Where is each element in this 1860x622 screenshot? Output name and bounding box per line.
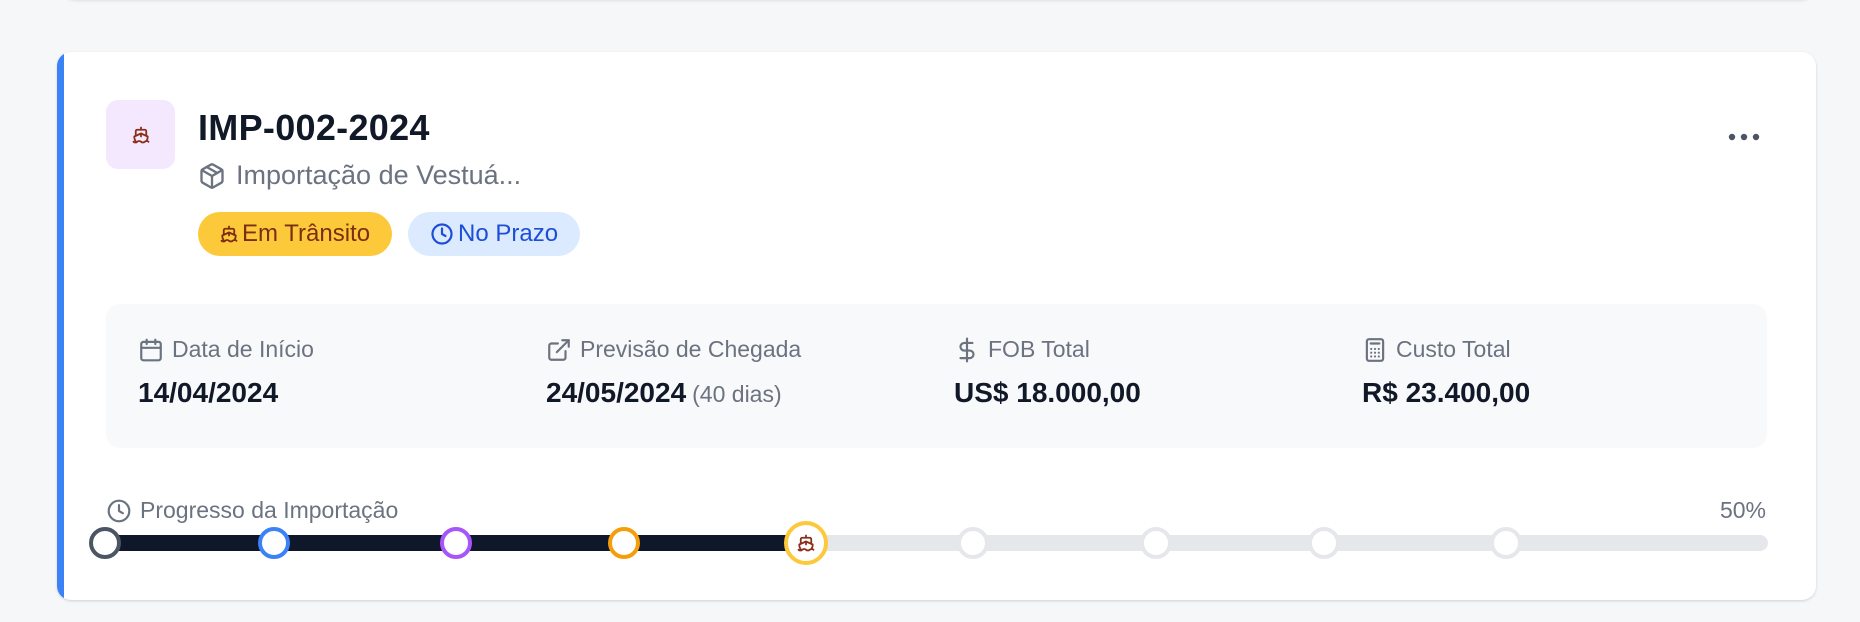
progress-label-row: Progresso da Importação xyxy=(106,497,398,524)
start-date-value: 14/04/2024 xyxy=(138,377,279,408)
arrival-date-value: 24/05/2024 xyxy=(546,377,687,408)
fob-total-label: FOB Total xyxy=(988,336,1090,362)
progress-stage-8[interactable] xyxy=(1308,527,1340,559)
arrival-days-note: (40 dias) xyxy=(692,381,782,407)
import-description-row: Importação de Vestuá... xyxy=(198,160,521,191)
progress-stage-current[interactable] xyxy=(784,521,828,565)
progress-stage-6[interactable] xyxy=(957,527,989,559)
total-cost-label: Custo Total xyxy=(1396,336,1511,362)
info-panel: Data de Início 14/04/2024 Previsão de Ch… xyxy=(106,304,1767,448)
more-options-button[interactable] xyxy=(1724,122,1764,152)
progress-stage-4[interactable] xyxy=(608,527,640,559)
fob-total-item: FOB Total US$ 18.000,00 xyxy=(954,336,1141,409)
ship-icon xyxy=(220,225,238,243)
package-icon xyxy=(198,162,226,190)
clock-icon xyxy=(430,222,454,246)
progress-percent: 50% xyxy=(1719,497,1766,523)
timing-badge-label: No Prazo xyxy=(458,220,559,247)
external-link-icon xyxy=(546,337,572,363)
progress-stage-3[interactable] xyxy=(440,527,472,559)
progress-stage-9[interactable] xyxy=(1490,527,1522,559)
import-card[interactable]: IMP-002-2024 Importação de Vestuá... Em … xyxy=(57,52,1816,600)
progress-stage-1[interactable] xyxy=(89,527,121,559)
calculator-icon xyxy=(1362,337,1388,363)
total-cost-value: R$ 23.400,00 xyxy=(1362,377,1531,408)
progress-stage-2[interactable] xyxy=(258,527,290,559)
ship-icon-box xyxy=(106,100,175,169)
ship-icon xyxy=(132,126,150,144)
progress-label: Progresso da Importação xyxy=(140,497,399,523)
calendar-icon xyxy=(138,337,164,363)
arrival-date-label: Previsão de Chegada xyxy=(580,336,802,362)
total-cost-item: Custo Total R$ 23.400,00 xyxy=(1362,336,1530,409)
progress-stage-7[interactable] xyxy=(1140,527,1172,559)
clock-icon xyxy=(106,498,132,524)
import-code: IMP-002-2024 xyxy=(198,107,430,148)
fob-total-value: US$ 18.000,00 xyxy=(954,377,1141,408)
start-date-item: Data de Início 14/04/2024 xyxy=(138,336,314,409)
import-description: Importação de Vestuá... xyxy=(236,160,522,190)
status-badge: Em Trânsito xyxy=(198,212,393,256)
status-badge-label: Em Trânsito xyxy=(242,220,371,247)
status-badges: Em Trânsito No Prazo xyxy=(198,212,581,256)
start-date-label: Data de Início xyxy=(172,336,314,362)
dollar-icon xyxy=(954,337,980,363)
timing-badge: No Prazo xyxy=(408,212,581,256)
ship-icon xyxy=(797,534,815,552)
arrival-date-item: Previsão de Chegada 24/05/2024 (40 dias) xyxy=(546,336,801,409)
status-accent-bar xyxy=(57,52,64,600)
more-horizontal-icon xyxy=(1727,133,1761,141)
arrival-date-value-row: 24/05/2024 (40 dias) xyxy=(546,377,801,409)
